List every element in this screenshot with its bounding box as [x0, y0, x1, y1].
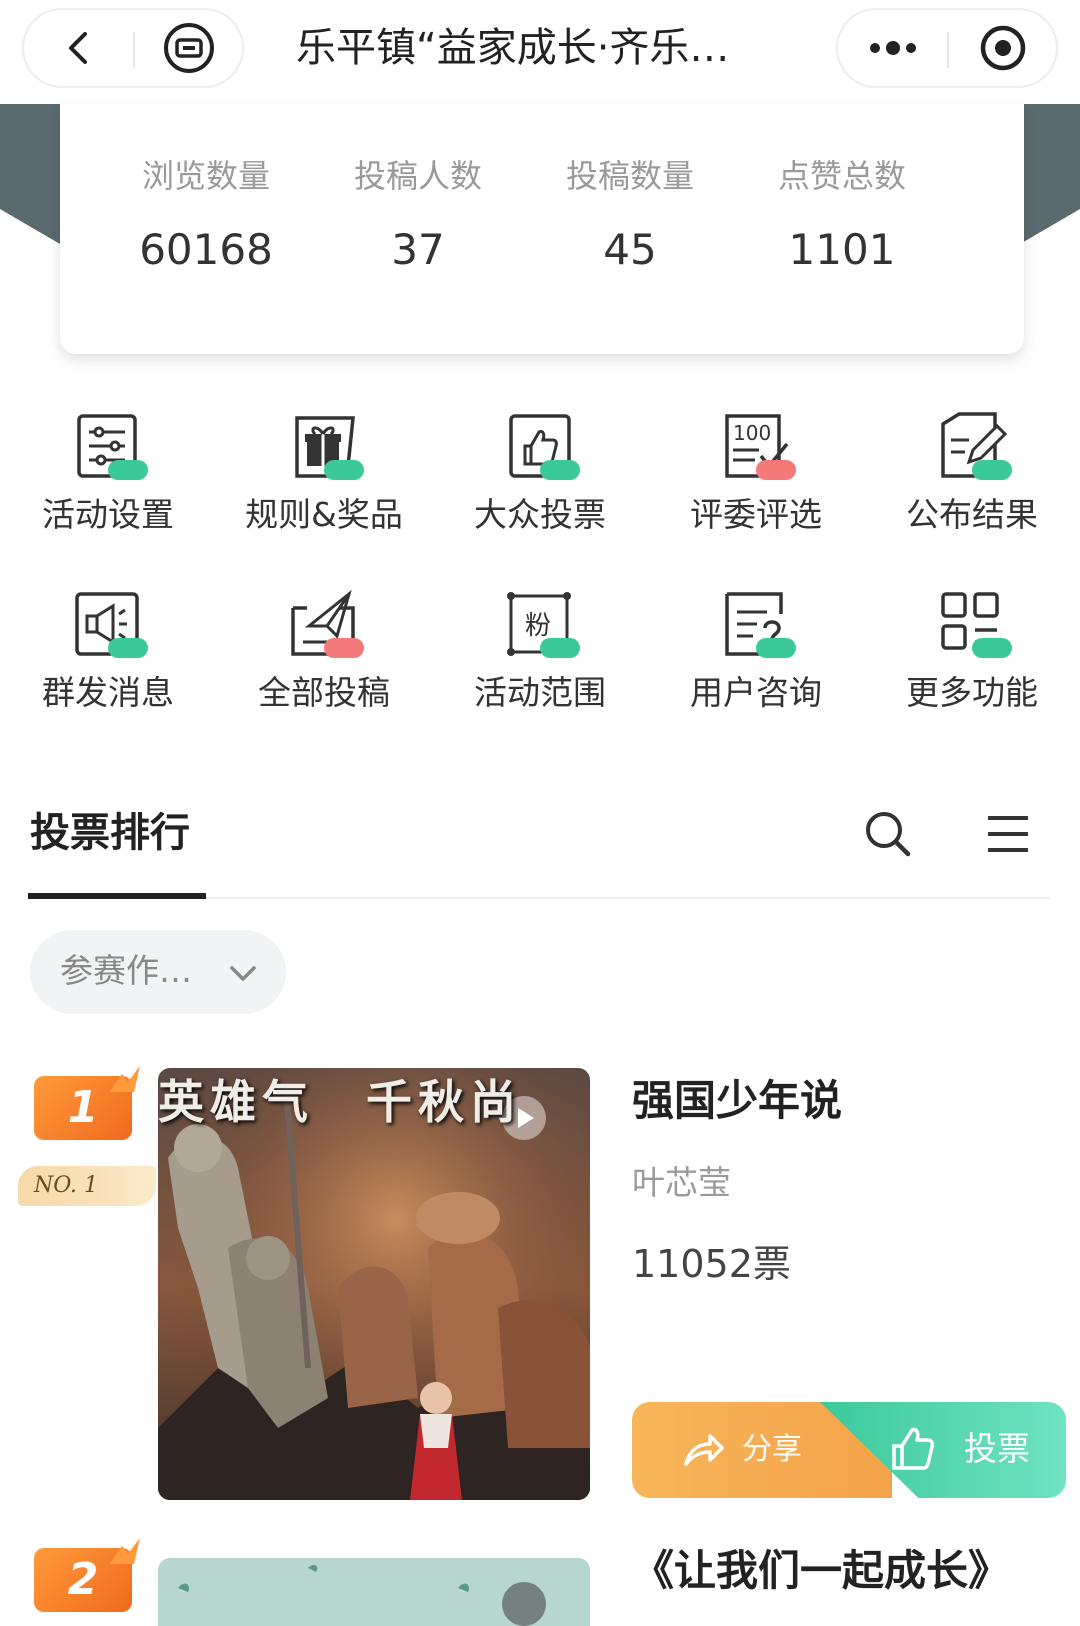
- entry-thumbnail-image: [158, 1558, 590, 1626]
- func-rules-prizes[interactable]: 规则&奖品: [216, 400, 432, 560]
- chevron-down-icon: [230, 966, 256, 981]
- func-public-vote[interactable]: 大众投票: [432, 400, 648, 560]
- func-publish-results[interactable]: 公布结果: [864, 400, 1080, 560]
- search-icon: [866, 812, 911, 857]
- no-ribbon: NO. 1: [18, 1166, 156, 1206]
- close-button[interactable]: [948, 10, 1058, 86]
- page-title: 乐平镇“益家成长·齐乐…: [296, 25, 730, 71]
- top-nav-bar: 乐平镇“益家成长·齐乐…: [0, 0, 1080, 104]
- entry-thumbnail[interactable]: [158, 1558, 590, 1626]
- stat-value: 37: [391, 225, 445, 274]
- share-label: 分享: [742, 1432, 802, 1467]
- func-label: 活动设置: [42, 495, 174, 534]
- share-vote-button-group: 分享 投票: [632, 1402, 1066, 1498]
- stat-label: 投稿数量: [565, 157, 694, 195]
- func-label: 群发消息: [42, 673, 174, 712]
- func-label: 大众投票: [474, 495, 606, 534]
- func-badge-dot: [756, 460, 796, 480]
- stat-likes: 点赞总数 1101: [742, 154, 942, 280]
- func-badge-dot: [324, 638, 364, 658]
- entry-thumbnail-image: [158, 1068, 590, 1500]
- rank-badge: 2: [34, 1548, 132, 1612]
- func-activity-scope[interactable]: 粉 活动范围: [432, 578, 648, 738]
- rank-badge: 1: [34, 1076, 132, 1140]
- func-label: 活动范围: [474, 673, 606, 712]
- stat-label: 点赞总数: [777, 157, 906, 195]
- nav-left-capsule: [22, 8, 244, 88]
- func-all-submissions[interactable]: 全部投稿: [216, 578, 432, 738]
- vote-label: 投票: [964, 1429, 1030, 1468]
- entry-author: 叶芯莹: [632, 1163, 731, 1202]
- chevron-left-icon: [69, 32, 87, 64]
- stat-submitters: 投稿人数 37: [318, 154, 518, 280]
- func-badge-dot: [972, 638, 1012, 658]
- banner-edge-left: [0, 104, 60, 244]
- stat-label: 浏览数量: [141, 157, 270, 195]
- thumbs-up-icon: [892, 1427, 935, 1470]
- func-badge-dot: [540, 638, 580, 658]
- func-label: 更多功能: [906, 673, 1038, 712]
- stat-submissions: 投稿数量 45: [530, 154, 730, 280]
- target-circle-icon: [980, 25, 1026, 71]
- ranking-tab-indicator: [28, 893, 206, 899]
- stat-value: 45: [603, 225, 657, 274]
- stat-value: 1101: [788, 225, 896, 274]
- media-card-icon: [164, 23, 214, 73]
- ranking-entry: 2 《让我们一起成长》: [0, 1538, 1080, 1626]
- func-broadcast-message[interactable]: 群发消息: [0, 578, 216, 738]
- func-label: 规则&奖品: [245, 495, 403, 534]
- func-badge-dot: [324, 460, 364, 480]
- entry-title[interactable]: 强国少年说: [632, 1072, 842, 1130]
- stats-card: 浏览数量 60168 投稿人数 37 投稿数量 45 点赞总数 1101: [60, 104, 1024, 354]
- back-button[interactable]: [24, 10, 134, 86]
- entry-title[interactable]: 《让我们一起成长》: [632, 1542, 1010, 1600]
- banner-edge-right: [1020, 104, 1080, 244]
- menu-button[interactable]: [984, 812, 1032, 856]
- func-judge-review[interactable]: 100 评委评选: [648, 400, 864, 560]
- media-toggle-button[interactable]: [134, 10, 244, 86]
- menu-icon: [988, 816, 1028, 852]
- stat-views: 浏览数量 60168: [106, 154, 306, 280]
- func-badge-dot: [108, 460, 148, 480]
- entry-thumbnail[interactable]: 英雄气 千秋尚: [158, 1068, 590, 1500]
- stat-value: 60168: [139, 225, 273, 274]
- func-badge-dot: [540, 460, 580, 480]
- stat-label: 投稿人数: [353, 157, 482, 195]
- entry-vote-count: 11052票: [632, 1242, 791, 1286]
- thumbnail-caption: 英雄气 千秋尚: [158, 1075, 522, 1129]
- func-label: 评委评选: [690, 495, 822, 534]
- filter-selected-label: 参赛作…: [60, 951, 192, 990]
- svg-text:100: 100: [733, 421, 771, 445]
- category-filter-dropdown[interactable]: 参赛作…: [30, 930, 286, 1014]
- func-label: 公布结果: [906, 495, 1038, 534]
- func-label: 全部投稿: [258, 673, 390, 712]
- nav-right-capsule: [836, 8, 1058, 88]
- more-button[interactable]: [838, 10, 948, 86]
- ranking-entry: 1 NO. 1 英雄气 千秋尚 强国少年说 叶芯莹 11052票 分享 投票: [0, 1068, 1080, 1508]
- func-badge-dot: [108, 638, 148, 658]
- more-dots-icon: [870, 41, 916, 55]
- func-badge-dot: [972, 460, 1012, 480]
- func-badge-dot: [756, 638, 796, 658]
- search-button[interactable]: [862, 808, 914, 860]
- func-more-features[interactable]: 更多功能: [864, 578, 1080, 738]
- func-label: 用户咨询: [690, 673, 822, 712]
- func-activity-settings[interactable]: 活动设置: [0, 400, 216, 560]
- func-user-inquiry[interactable]: 用户咨询: [648, 578, 864, 738]
- ranking-tab-title[interactable]: 投票排行: [30, 805, 190, 861]
- share-icon: [684, 1434, 724, 1466]
- svg-text:粉: 粉: [525, 611, 551, 641]
